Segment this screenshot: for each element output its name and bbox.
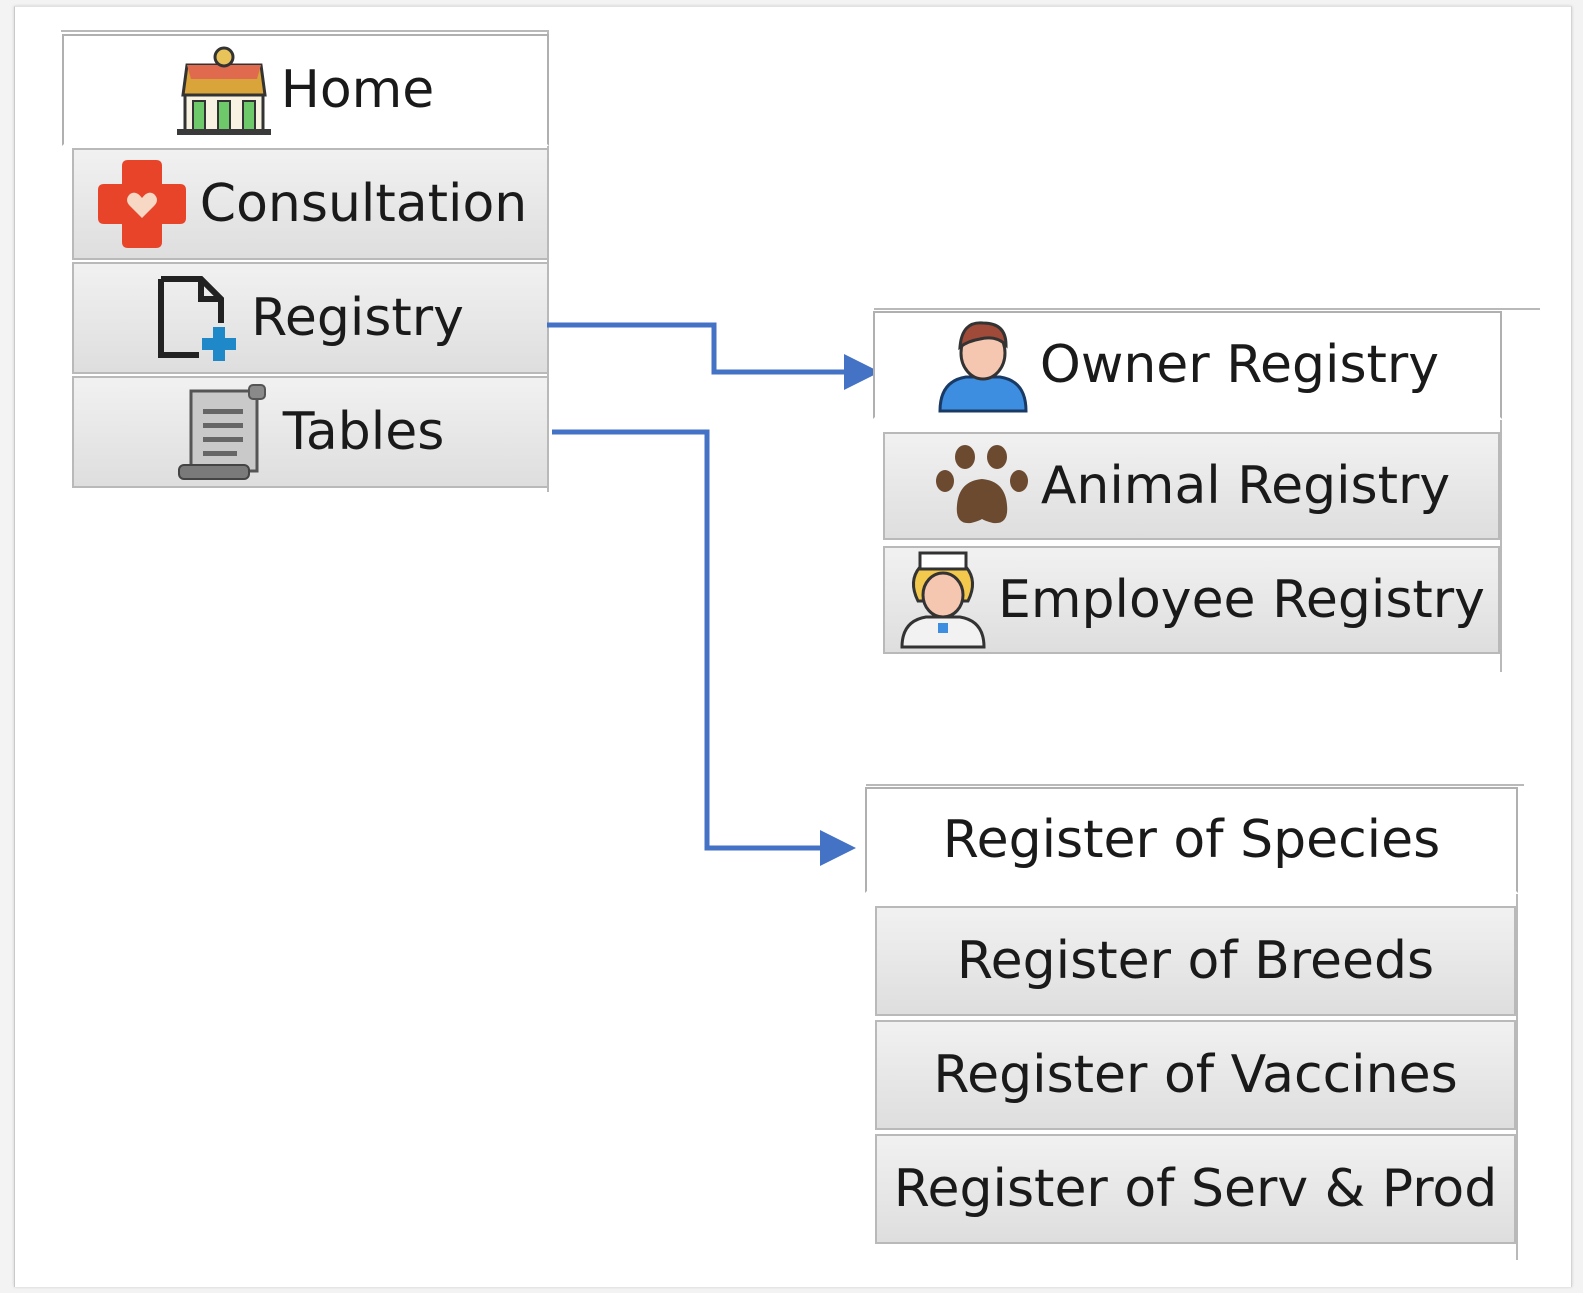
tab-register-vaccines[interactable]: Register of Vaccines (875, 1020, 1516, 1130)
registry-submenu-top-edge (874, 308, 1540, 310)
tab-register-breeds-label: Register of Breeds (956, 931, 1435, 991)
tab-register-vaccines-label: Register of Vaccines (933, 1045, 1458, 1105)
tables-submenu-top-edge (866, 784, 1524, 786)
tab-register-serv-prod-label: Register of Serv & Prod (893, 1159, 1498, 1219)
user-icon (936, 317, 1030, 413)
tab-register-serv-prod[interactable]: Register of Serv & Prod (875, 1134, 1516, 1244)
registry-submenu-right-edge (1500, 420, 1502, 672)
tab-register-species[interactable]: Register of Species (865, 787, 1518, 893)
tab-animal-registry[interactable]: Animal Registry (883, 432, 1500, 540)
tab-animal-registry-label: Animal Registry (1040, 456, 1451, 516)
tab-register-breeds[interactable]: Register of Breeds (875, 906, 1516, 1016)
tables-submenu-right-edge (1516, 894, 1518, 1260)
tab-employee-registry-label: Employee Registry (998, 570, 1485, 630)
tab-owner-registry-label: Owner Registry (1039, 335, 1440, 395)
registry-arrow-line (547, 322, 846, 375)
nurse-icon (898, 551, 988, 649)
tab-register-species-label: Register of Species (942, 810, 1441, 870)
paw-icon (933, 443, 1031, 529)
tab-employee-registry[interactable]: Employee Registry (883, 546, 1500, 654)
tables-arrow-head (820, 830, 856, 866)
tab-owner-registry[interactable]: Owner Registry (873, 311, 1502, 419)
tables-arrow-line (552, 429, 822, 851)
